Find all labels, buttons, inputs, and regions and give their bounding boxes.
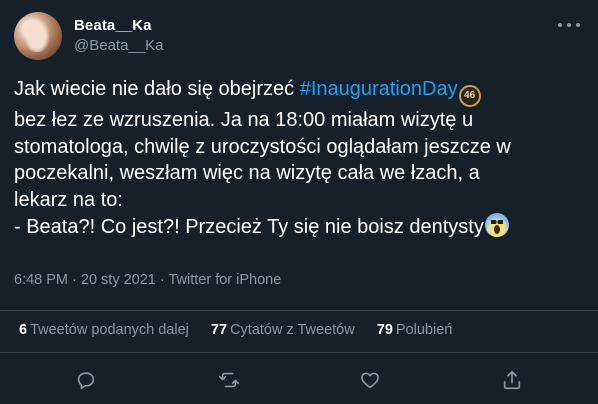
hashtag-link[interactable]: #InaugurationDay (300, 78, 458, 100)
author-handle[interactable]: @Beata__Ka (74, 37, 163, 54)
author-display-name[interactable]: Beata__Ka (74, 17, 152, 34)
tweet-stats: 6 Tweetów podanych dalej 77 Cytatów z Twee… (19, 322, 470, 342)
like-button[interactable] (358, 368, 382, 392)
retweet-button[interactable] (217, 368, 241, 392)
quotes-stat[interactable]: 77 Cytatów z Tweetów (211, 322, 355, 338)
tweet-header: Beata__Ka @Beata__Ka (14, 12, 586, 62)
retweets-label: Tweetów podanych dalej (30, 322, 189, 338)
quotes-label: Cytatów z Tweetów (230, 322, 355, 338)
tweet-text-line: bez łez ze wzruszenia. Ja na 18:00 miała… (14, 109, 474, 131)
retweet-icon (219, 372, 239, 388)
share-button[interactable] (500, 368, 524, 392)
inauguration-46-emoji: 46 (458, 85, 481, 107)
more-options-icon[interactable] (558, 18, 580, 32)
tweet-timestamp-source[interactable]: 6:48 PM · 20 sty 2021 · Twitter for iPho… (14, 272, 281, 288)
likes-count: 79 (376, 322, 393, 338)
tweet-text-segment: Jak wiecie nie dało się obejrzeć (14, 78, 300, 100)
likes-stat[interactable]: 79 Polubień (377, 322, 453, 338)
tweet-text-line: Jak wiecie nie dało się obejrzeć #Inaugu… (14, 76, 586, 107)
tweet-text-segment: - Beata?! Co jest?! Przecież Ty się nie … (14, 216, 484, 238)
tweet-actions (0, 362, 598, 398)
divider (0, 310, 598, 311)
reply-icon (77, 372, 95, 390)
tweet-text-line: stomatologa, chwilę z uroczystości ogląd… (14, 135, 511, 158)
scream-emoji (484, 213, 509, 237)
heart-icon (361, 372, 379, 389)
retweets-count: 6 (19, 322, 28, 338)
tweet-card: Beata__Ka @Beata__Ka Jak wiecie nie dało… (0, 0, 598, 404)
likes-label: Polubień (395, 322, 453, 338)
avatar[interactable] (14, 12, 62, 60)
tweet-text-line: lekarz na to: (14, 188, 123, 211)
reply-button[interactable] (74, 368, 98, 392)
tweet-text: Jak wiecie nie dało się obejrzeć #Inaugu… (14, 76, 586, 241)
quotes-count: 77 (210, 322, 228, 338)
share-icon (503, 370, 521, 390)
divider (0, 352, 598, 353)
retweets-stat[interactable]: 6 Tweetów podanych dalej (19, 322, 189, 338)
tweet-text-line: poczekalni, weszłam więc na wizytę cała … (14, 162, 480, 184)
tweet-text-line: - Beata?! Co jest?! Przecież Ty się nie … (14, 213, 586, 241)
